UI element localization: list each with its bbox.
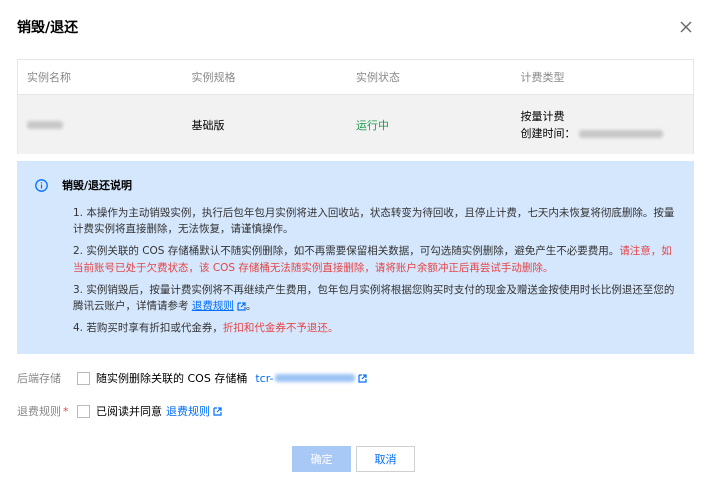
info-item-prefix: 3. [73, 283, 84, 296]
header-instance-status: 实例状态 [356, 71, 401, 84]
redacted-instance-name [27, 121, 63, 129]
info-item-4: 4. 若购买时享有折扣或代金券，折扣和代金券不予退还。 [73, 320, 676, 336]
refund-label-text: 退费规则 [17, 405, 61, 418]
info-item-2: 2. 实例关联的 COS 存储桶默认不随实例删除，如不再需要保留相关数据，可勾选… [73, 243, 676, 275]
agree-text: 已阅读并同意 [96, 405, 162, 418]
instance-table: 实例名称 实例规格 实例状态 计费类型 基础版 运行中 按量计费 创建时间： [17, 59, 694, 154]
header-instance-name: 实例名称 [27, 71, 71, 84]
status-badge: 运行中 [356, 118, 390, 132]
info-list: 1. 本操作为主动销毁实例，执行后包年包月实例将进入回收站，状态转变为待回收，且… [35, 205, 676, 336]
delete-cos-text: 随实例删除关联的 COS 存储桶 [96, 372, 248, 385]
agree-refund-checkbox[interactable] [77, 404, 90, 418]
instance-name-cell [18, 118, 183, 131]
external-link-icon[interactable] [237, 301, 246, 311]
cancel-button[interactable]: 取消 [356, 446, 415, 472]
cos-bucket-prefix: tcr- [255, 371, 274, 385]
info-item-prefix: 2. [73, 245, 84, 258]
required-mark: * [63, 405, 69, 418]
redacted-cos-bucket [275, 374, 356, 382]
refund-rules-link[interactable]: 退费规则 [192, 300, 234, 312]
storage-label: 后端存储 [17, 372, 61, 385]
dialog-title: 销毁/退还 [17, 20, 79, 36]
billing-cell: 按量计费 创建时间： [512, 108, 693, 142]
header-billing-type: 计费类型 [520, 71, 565, 84]
external-link-icon[interactable] [358, 373, 368, 383]
confirm-button[interactable]: 确定 [292, 446, 351, 472]
info-box: 销毁/退还说明 1. 本操作为主动销毁实例，执行后包年包月实例将进入回收站，状态… [17, 161, 694, 354]
external-link-icon[interactable] [213, 406, 222, 416]
info-item-text: 本操作为主动销毁实例，执行后包年包月实例将进入回收站，状态转变为待回收，且停止计… [73, 207, 675, 236]
instance-spec-cell: 基础版 [191, 118, 225, 132]
info-item-text: 实例销毁后，按量计费实例将不再继续产生费用，包年包月实例将根据您购买时支付的现金… [73, 283, 675, 313]
billing-type: 按量计费 [520, 109, 565, 123]
info-item-prefix: 1. [73, 207, 84, 219]
info-title: 销毁/退还说明 [62, 179, 133, 192]
header-instance-spec: 实例规格 [191, 71, 236, 84]
refund-rules-form-link[interactable]: 退费规则 [166, 403, 210, 419]
refund-row: 退费规则 * 已阅读并同意 退费规则 [17, 403, 222, 419]
redacted-created-time [579, 129, 664, 138]
info-item-prefix: 4. [73, 322, 84, 335]
info-item-3: 3. 实例销毁后，按量计费实例将不再继续产生费用，包年包月实例将根据您购买时支付… [73, 282, 676, 314]
info-item-1: 1. 本操作为主动销毁实例，执行后包年包月实例将进入回收站，状态转变为待回收，且… [73, 205, 676, 237]
info-item-warning: 折扣和代金券不予退还。 [222, 322, 339, 335]
close-icon[interactable] [679, 20, 693, 34]
delete-cos-checkbox[interactable] [77, 371, 90, 385]
info-icon [35, 178, 48, 192]
storage-row: 后端存储 随实例删除关联的 COS 存储桶 tcr- [17, 370, 368, 386]
refund-label: 退费规则 * [17, 403, 77, 419]
info-item-text: 若购买时享有折扣或代金券， [86, 322, 223, 335]
created-time-label: 创建时间： [520, 126, 576, 140]
info-item-text: 实例关联的 COS 存储桶默认不随实例删除，如不再需要保留相关数据，可勾选随实例… [86, 245, 620, 258]
info-item-suffix: 。 [245, 300, 257, 313]
created-time: 创建时间： [521, 125, 693, 142]
table-row: 基础版 运行中 按量计费 创建时间： [18, 95, 693, 154]
cos-bucket-link[interactable]: tcr- [255, 371, 368, 385]
info-header: 销毁/退还说明 [35, 177, 676, 193]
table-header: 实例名称 实例规格 实例状态 计费类型 [18, 60, 693, 95]
